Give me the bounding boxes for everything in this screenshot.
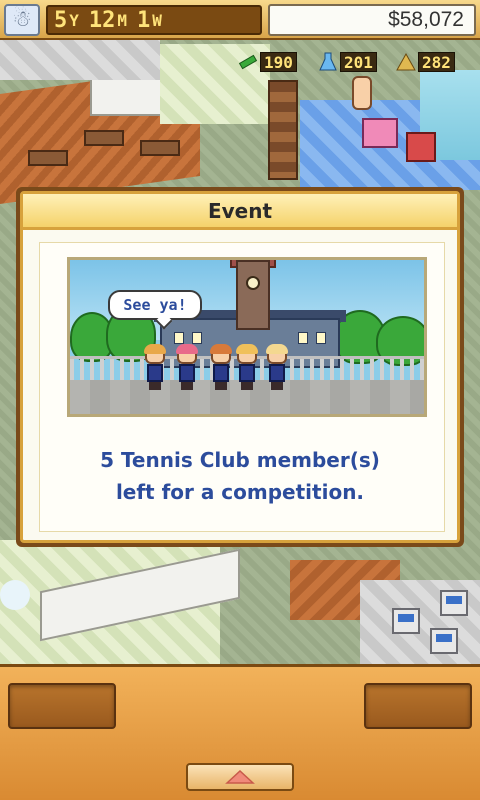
resource-flask: 201 — [316, 51, 377, 73]
left-slot[interactable] — [8, 683, 116, 729]
pencil-icon — [236, 52, 260, 72]
snowman-icon: ☃ — [4, 4, 40, 36]
month-unit: M — [117, 10, 128, 30]
event-illustration: See ya! — [67, 257, 427, 417]
desk — [140, 140, 180, 156]
calendar-display: 5 Y 12 M 1 W — [46, 5, 262, 35]
water-fountain — [0, 580, 30, 610]
event-dialog-title: Event — [23, 194, 457, 230]
bottom-panel — [0, 664, 480, 800]
school-window — [192, 332, 202, 344]
desk — [28, 150, 68, 166]
student-sprite — [176, 344, 198, 390]
student-sprite — [266, 344, 288, 390]
pencil-count: 190 — [260, 52, 297, 72]
right-slot[interactable] — [364, 683, 472, 729]
school-window — [298, 332, 308, 344]
desk — [84, 130, 124, 146]
student-sprite — [144, 344, 166, 390]
student-figure — [352, 76, 372, 110]
week-unit: W — [152, 10, 162, 30]
student-sprite — [236, 344, 258, 390]
event-message-line2: left for a competition. — [115, 480, 365, 504]
resource-pencil: 190 — [236, 51, 297, 73]
flask-icon — [316, 52, 340, 72]
corridor-floor — [0, 40, 160, 80]
resource-pyramid: 282 — [394, 51, 455, 73]
flask-count: 201 — [340, 52, 377, 72]
event-message: 5 Tennis Club member(s) left for a compe… — [23, 444, 457, 508]
school-window — [316, 332, 326, 344]
computer — [392, 608, 420, 634]
school-window — [174, 332, 184, 344]
clock-icon — [246, 276, 260, 290]
arcade-machine — [406, 132, 436, 162]
event-dialog-panel: Event See ya! 5 Tennis Club member(s) le… — [20, 191, 460, 543]
student-sprite — [210, 344, 232, 390]
event-dialog[interactable]: Event See ya! 5 Tennis Club member(s) le… — [16, 187, 464, 547]
year-unit: Y — [69, 10, 79, 30]
expand-menu-button[interactable] — [186, 763, 294, 791]
clock-tower — [236, 260, 270, 330]
pyramid-icon — [394, 52, 418, 72]
computer — [440, 590, 468, 616]
event-message-line1: 5 Tennis Club member(s) — [100, 448, 380, 472]
speech-bubble: See ya! — [108, 290, 202, 320]
year-value: 5 — [54, 7, 68, 33]
month-value: 12 — [88, 7, 116, 33]
money-display: $58,072 — [268, 4, 476, 36]
status-bar: ☃ 5 Y 12 M 1 W $58,072 — [0, 0, 480, 40]
week-value: 1 — [137, 7, 151, 33]
arcade-machine — [362, 118, 398, 148]
totem-pole — [268, 80, 298, 180]
chevron-up-icon — [225, 770, 255, 784]
computer — [430, 628, 458, 654]
pyramid-count: 282 — [418, 52, 455, 72]
